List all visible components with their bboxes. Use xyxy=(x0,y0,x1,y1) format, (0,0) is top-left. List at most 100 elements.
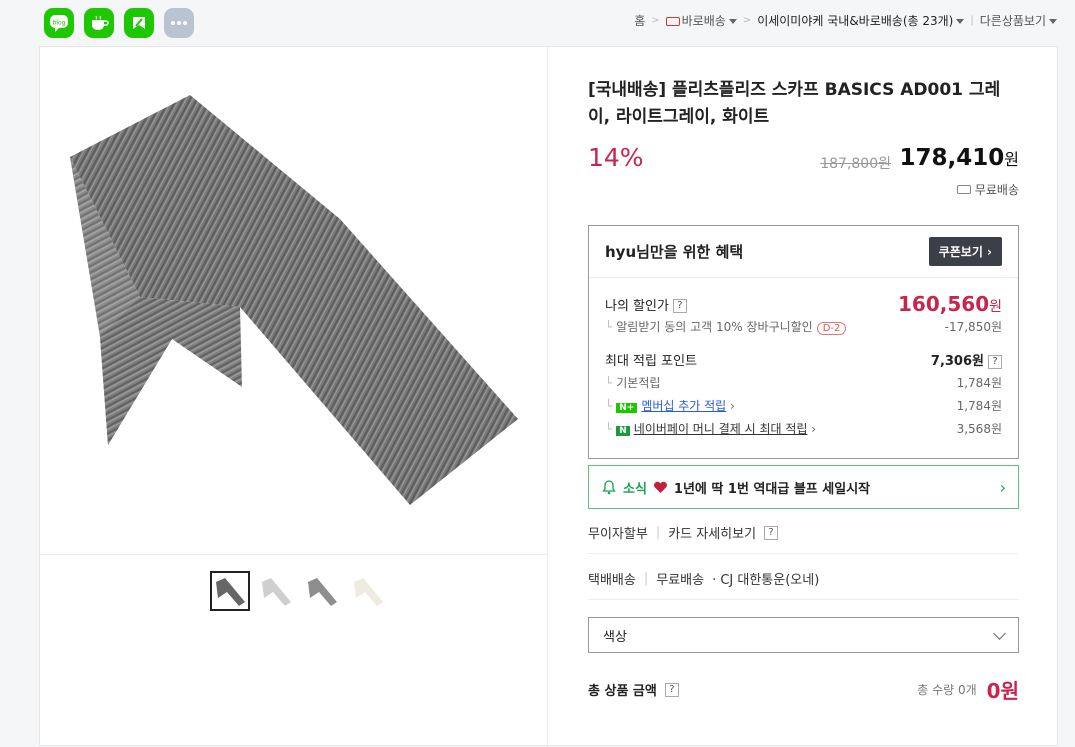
caret-down-icon xyxy=(728,19,737,24)
thumbnail-gray[interactable] xyxy=(210,571,250,611)
bookmark-share-button[interactable] xyxy=(124,8,154,38)
breadcrumb-category-label: 이세이미야케 국내&바로배송(총 23개) xyxy=(757,14,954,28)
bell-icon xyxy=(602,480,616,495)
points-row: 최대 적립 포인트 7,306원? xyxy=(605,350,1002,369)
bookmark-icon xyxy=(133,17,145,29)
breadcrumb-category[interactable]: 이세이미야케 국내&바로배송(총 23개) xyxy=(757,12,965,29)
divider: | xyxy=(655,525,661,540)
discount-rate: 14% xyxy=(588,143,644,172)
scarf-thumbnail-image xyxy=(354,578,383,606)
membership-points-row: └ N+ 멤버십 추가 적립 › 1,784원 xyxy=(605,399,1002,413)
sale-price: 178,410원 xyxy=(900,145,1020,171)
benefit-heading: hyu님만을 위한 혜택 xyxy=(605,243,744,261)
help-icon[interactable]: ? xyxy=(764,525,779,540)
total-row: 총 상품 금액 ? 총 수량 0개 0원 xyxy=(588,675,1019,704)
points-total: 7,306원 xyxy=(930,354,984,369)
top-bar: blog 홈 > 바로배송 > 이세이미야케 국내&바로배송(총 23개) | … xyxy=(0,0,1075,44)
more-share-button[interactable] xyxy=(164,8,194,38)
breadcrumb: 홈 > 바로배송 > 이세이미야케 국내&바로배송(총 23개) | 다른상품보… xyxy=(634,12,1057,29)
color-option-placeholder: 색상 xyxy=(603,629,627,645)
sale-price-number: 178,410 xyxy=(899,145,1005,171)
divider: | xyxy=(643,571,649,586)
main-product-image[interactable] xyxy=(40,47,548,555)
points-label: 최대 적립 포인트 xyxy=(605,354,697,369)
breadcrumb-home[interactable]: 홈 xyxy=(634,12,645,29)
membership-points-link[interactable]: 멤버십 추가 적립 xyxy=(641,399,726,413)
delivery-type: 택배배송 xyxy=(588,573,636,588)
heart-icon xyxy=(653,481,667,493)
thumbnail-gray-2[interactable] xyxy=(302,571,342,611)
image-pane xyxy=(40,47,548,747)
shipping-label: 무료배송 xyxy=(974,183,1019,197)
scarf-thumbnail-image xyxy=(216,578,245,606)
my-price-row: 나의 할인가? 160,560원 xyxy=(605,292,1002,316)
caret-down-icon xyxy=(1049,19,1057,24)
svg-text:blog: blog xyxy=(53,20,66,27)
my-price-number: 160,560 xyxy=(898,292,990,316)
cafe-cup-icon xyxy=(92,15,109,30)
alert-discount-amount: -17,850원 xyxy=(944,320,1002,334)
delivery-row: 택배배송 | 무료배송 · CJ 대한통운(오네) xyxy=(588,569,1019,588)
payment-row: 무이자할부 | 카드 자세히보기? xyxy=(588,523,1019,542)
naver-plus-icon: N+ xyxy=(616,403,638,413)
caret-down-icon xyxy=(956,19,965,24)
delivery-carrier: · CJ 대한통운(오네) xyxy=(712,573,820,588)
total-label: 총 상품 금액 xyxy=(588,684,657,699)
pay-points-value: 3,568원 xyxy=(956,422,1002,436)
help-icon[interactable]: ? xyxy=(988,354,1002,369)
delivery-truck-icon xyxy=(956,185,971,194)
breadcrumb-divider: | xyxy=(970,15,974,26)
base-points-label: 기본적립 xyxy=(616,376,661,390)
help-icon[interactable]: ? xyxy=(672,299,687,313)
thumbnail-strip xyxy=(210,571,388,611)
cafe-share-button[interactable] xyxy=(84,8,114,38)
original-price: 187,800원 xyxy=(820,156,891,172)
pleated-scarf-image xyxy=(70,95,518,505)
alert-discount-row: └ 알림받기 동의 고객 10% 장바구니할인 D-2 -17,850원 xyxy=(605,320,1002,335)
naver-pay-icon: N xyxy=(616,426,630,436)
notice-label: 소식 xyxy=(623,481,647,497)
shipping-info: 무료배송 xyxy=(956,181,1019,198)
pay-points-row: └ N 네이버페이 머니 결제 시 최대 적립 › 3,568원 xyxy=(605,422,1002,436)
d-day-badge: D-2 xyxy=(816,322,847,335)
installment-label: 무이자할부 xyxy=(588,527,648,542)
product-card: [국내배송] 플리츠플리즈 스카프 BASICS AD001 그레이, 라이트그… xyxy=(39,46,1058,747)
notice-text: 1년에 딱 1번 역대급 블프 세일시작 xyxy=(673,481,871,497)
chevron-right-icon: › xyxy=(999,477,1006,497)
benefit-box: hyu님만을 위한 혜택 쿠폰보기 › 나의 할인가? 160,560원 └ 알림… xyxy=(588,225,1019,459)
blog-icon: blog xyxy=(50,15,68,32)
divider-line xyxy=(588,553,1019,554)
help-icon[interactable]: ? xyxy=(664,682,679,697)
base-points-row: └ 기본적립 1,784원 xyxy=(605,376,1002,390)
total-amount: 0원 xyxy=(986,679,1019,703)
card-detail-link[interactable]: 카드 자세히보기 xyxy=(668,523,756,542)
blog-share-button[interactable]: blog xyxy=(44,8,74,38)
total-quantity: 총 수량 0개 xyxy=(917,683,977,697)
membership-points-value: 1,784원 xyxy=(956,399,1002,413)
alert-discount-label: 알림받기 동의 고객 10% 장바구니할인 xyxy=(616,320,813,334)
thumbnail-white[interactable] xyxy=(348,571,388,611)
scarf-thumbnail-image xyxy=(308,578,337,606)
scarf-thumbnail-image xyxy=(262,578,291,606)
other-products-label: 다른상품보기 xyxy=(979,14,1046,28)
divider-line xyxy=(588,599,1019,600)
base-points-value: 1,784원 xyxy=(956,376,1002,390)
sale-price-unit: 원 xyxy=(1004,150,1019,169)
truck-icon xyxy=(665,17,680,26)
my-price-label: 나의 할인가 xyxy=(605,298,669,314)
coupon-button[interactable]: 쿠폰보기 › xyxy=(928,237,1002,266)
my-price: 160,560원 xyxy=(898,292,1002,316)
notice-banner[interactable]: 소식 1년에 딱 1번 역대급 블프 세일시작 › xyxy=(588,465,1019,509)
more-dots-icon xyxy=(171,21,187,25)
breadcrumb-separator: > xyxy=(742,15,752,26)
thumbnail-lightgray[interactable] xyxy=(256,571,296,611)
chevron-down-icon xyxy=(993,626,1006,640)
color-option-select[interactable]: 색상 xyxy=(588,617,1019,653)
breadcrumb-delivery-label: 바로배송 xyxy=(681,14,726,28)
product-title: [국내배송] 플리츠플리즈 스카프 BASICS AD001 그레이, 라이트그… xyxy=(588,80,1001,127)
breadcrumb-separator: > xyxy=(651,15,660,26)
breadcrumb-delivery[interactable]: 바로배송 xyxy=(665,12,737,29)
other-products-dropdown[interactable]: 다른상품보기 xyxy=(980,12,1057,29)
delivery-fee: 무료배송 xyxy=(656,573,705,588)
pay-points-link[interactable]: 네이버페이 머니 결제 시 최대 적립 xyxy=(634,422,808,436)
